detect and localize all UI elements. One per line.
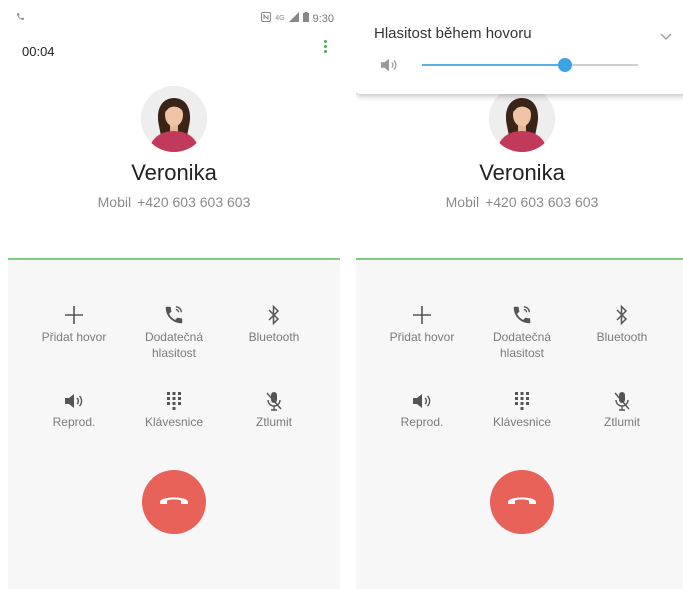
call-screen-left: 4G 9:30 00:04 Veronika Mobil +420 603 603… [8, 8, 340, 589]
speaker-icon [378, 56, 400, 79]
extra-volume-label: Dodatečná hlasitost [492, 330, 552, 360]
more-options-icon[interactable] [322, 40, 328, 53]
phone-number: +420 603 603 603 [485, 194, 599, 210]
contact-number-row: Mobil +420 603 603 603 [356, 194, 683, 210]
volume-panel-title: Hlasitost během hovoru [374, 25, 532, 42]
signal-icon [288, 12, 299, 25]
bluetooth-icon [224, 298, 324, 326]
extra-volume-icon [124, 298, 224, 326]
call-divider [8, 258, 340, 260]
status-time: 9:30 [312, 12, 334, 25]
call-timer: 00:04 [22, 44, 55, 59]
phone-number: +420 603 603 603 [137, 194, 251, 210]
speaker-label: Reprod. [400, 415, 444, 429]
nfc-icon [261, 12, 272, 25]
hang-up-icon [507, 493, 537, 512]
bluetooth-button[interactable]: Bluetooth [224, 298, 324, 345]
mute-icon [572, 383, 672, 411]
add-call-button[interactable]: Přidat hovor [372, 298, 472, 345]
add-call-label: Přidat hovor [41, 330, 107, 344]
contact-name: Veronika [479, 160, 565, 185]
ongoing-call-icon [16, 12, 25, 24]
contact-number-row: Mobil +420 603 603 603 [8, 194, 340, 210]
keypad-label: Klávesnice [144, 415, 204, 429]
end-call-button[interactable] [490, 470, 554, 534]
mute-label: Ztlumit [256, 415, 292, 429]
volume-slider-fill [422, 64, 565, 66]
bluetooth-label: Bluetooth [596, 330, 648, 344]
plus-icon [24, 298, 124, 326]
mute-icon [224, 383, 324, 411]
keypad-button[interactable]: Klávesnice [472, 383, 572, 430]
number-type-label: Mobil [97, 194, 132, 210]
contact-avatar [489, 86, 555, 152]
number-type-label: Mobil [445, 194, 480, 210]
status-icons: 4G 9:30 [261, 12, 334, 25]
volume-slider[interactable] [422, 58, 638, 72]
extra-volume-icon [472, 298, 572, 326]
add-call-label: Přidat hovor [389, 330, 455, 344]
battery-icon [302, 12, 309, 25]
extra-volume-label: Dodatečná hlasitost [144, 330, 204, 360]
speaker-label: Reprod. [52, 415, 96, 429]
keypad-icon [472, 383, 572, 411]
keypad-button[interactable]: Klávesnice [124, 383, 224, 430]
in-call-volume-panel: Hlasitost během hovoru [356, 8, 683, 94]
status-bar: 4G 9:30 [8, 8, 340, 30]
speaker-button[interactable]: Reprod. [24, 383, 124, 430]
keypad-icon [124, 383, 224, 411]
add-call-button[interactable]: Přidat hovor [24, 298, 124, 345]
lte-icon: 4G [275, 15, 285, 22]
mute-label: Ztlumit [604, 415, 640, 429]
bluetooth-icon [572, 298, 672, 326]
bluetooth-button[interactable]: Bluetooth [572, 298, 672, 345]
keypad-label: Klávesnice [492, 415, 552, 429]
speaker-icon [24, 383, 124, 411]
mute-button[interactable]: Ztlumit [572, 383, 672, 430]
extra-volume-button[interactable]: Dodatečná hlasitost [472, 298, 572, 361]
call-screen-right: Veronika Mobil +420 603 603 603 Hlasitost… [356, 8, 683, 589]
plus-icon [372, 298, 472, 326]
contact-avatar [141, 86, 207, 152]
mute-button[interactable]: Ztlumit [224, 383, 324, 430]
call-divider [356, 258, 683, 260]
chevron-down-icon[interactable] [660, 28, 672, 46]
speaker-button[interactable]: Reprod. [372, 383, 472, 430]
end-call-button[interactable] [142, 470, 206, 534]
speaker-icon [372, 383, 472, 411]
hang-up-icon [159, 493, 189, 512]
bluetooth-label: Bluetooth [248, 330, 300, 344]
extra-volume-button[interactable]: Dodatečná hlasitost [124, 298, 224, 361]
contact-name: Veronika [131, 160, 217, 185]
volume-slider-thumb[interactable] [557, 58, 572, 72]
